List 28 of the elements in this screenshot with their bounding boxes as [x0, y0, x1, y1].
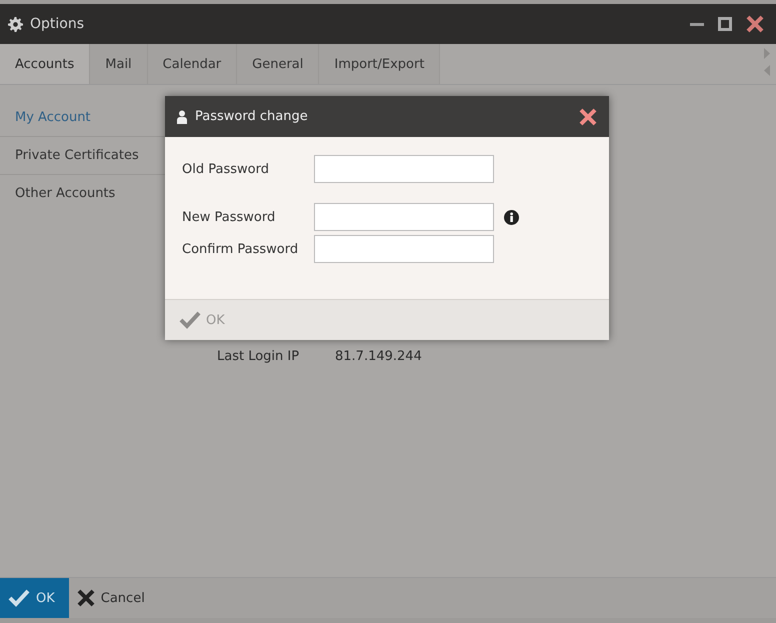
sidebar-item[interactable]: Other Accounts: [0, 175, 165, 212]
checkmark-icon: [8, 589, 30, 607]
close-icon[interactable]: [746, 15, 764, 33]
password-field[interactable]: [314, 155, 494, 183]
dialog-title: Password change: [195, 109, 308, 124]
maximize-icon[interactable]: [718, 17, 732, 31]
cancel-button[interactable]: Cancel: [68, 578, 159, 618]
field-label: Old Password: [182, 162, 270, 176]
password-field[interactable]: [314, 235, 494, 263]
tab[interactable]: Accounts: [0, 44, 90, 84]
tab[interactable]: Import/Export: [319, 44, 440, 84]
close-icon: [76, 589, 95, 607]
info-value: 81.7.149.244: [335, 349, 422, 364]
ok-button[interactable]: OK: [0, 578, 69, 618]
field-label: Confirm Password: [182, 242, 300, 256]
user-icon: [177, 110, 187, 124]
password-field[interactable]: [314, 203, 494, 231]
close-icon[interactable]: [579, 108, 597, 126]
info-icon[interactable]: [504, 210, 519, 224]
info-label: Last Login IP: [217, 349, 300, 364]
minimize-icon[interactable]: [690, 22, 704, 26]
field-label: New Password: [182, 210, 276, 224]
gear-icon: [8, 16, 23, 32]
checkmark-icon: [179, 311, 201, 329]
tab[interactable]: Calendar: [148, 44, 238, 84]
window-title: Options: [30, 16, 84, 32]
tab[interactable]: General: [237, 44, 320, 84]
tab[interactable]: Mail: [90, 44, 148, 84]
